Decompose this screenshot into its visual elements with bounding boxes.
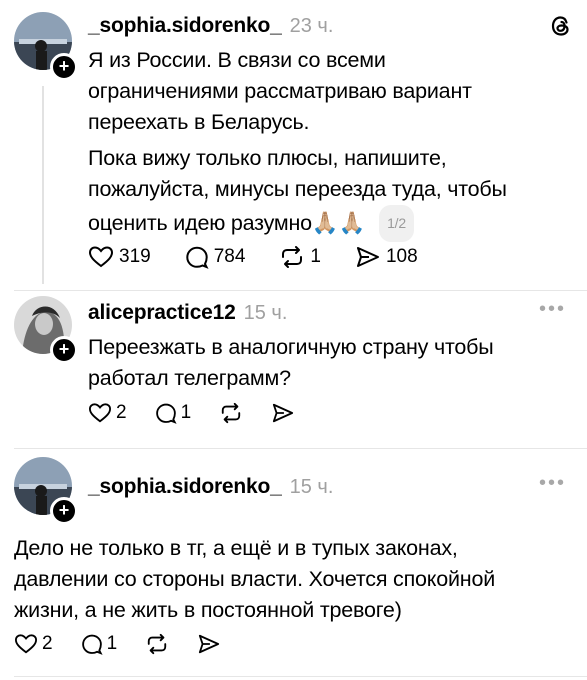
share-count: 108 — [385, 246, 418, 267]
share-button[interactable] — [271, 402, 295, 424]
comment-bubble-icon — [81, 633, 103, 655]
repost-count: 1 — [310, 246, 321, 267]
comment-bubble-icon — [185, 245, 209, 269]
divider — [14, 290, 587, 291]
comment-count: 1 — [180, 402, 192, 423]
like-count: 2 — [42, 633, 53, 654]
heart-icon — [88, 402, 112, 424]
heart-icon — [88, 245, 114, 269]
repost-button[interactable]: 1 — [279, 245, 321, 269]
like-button[interactable]: 2 — [88, 402, 127, 424]
thread-pager: 1/2 — [379, 205, 414, 242]
share-arrow-icon — [197, 633, 221, 655]
follow-plus-icon[interactable]: + — [50, 336, 78, 364]
post-text-line: пожалуйста, минусы переезда туда, чтобы — [88, 177, 507, 201]
comment-count: 784 — [213, 246, 246, 267]
like-button[interactable]: 319 — [88, 245, 151, 269]
post-text-line: Переезжать в аналогичную страну чтобы — [88, 335, 494, 359]
threads-logo-icon[interactable] — [549, 14, 573, 43]
divider — [14, 676, 587, 677]
comment-count: 1 — [106, 633, 118, 654]
username[interactable]: _sophia.sidorenko_ — [88, 14, 282, 38]
more-dots-icon[interactable]: ••• — [539, 298, 566, 321]
timestamp: 15 ч. — [289, 476, 334, 498]
post-text-line: Пока вижу только плюсы, напишите, — [88, 146, 447, 170]
divider — [14, 448, 587, 449]
like-count: 2 — [116, 402, 127, 423]
reply-body: Дело не только в тг, а ещё и в тупых зак… — [14, 533, 579, 626]
post-text-line: Я из России. В связи со всеми — [88, 48, 386, 72]
post-text-line: переехать в Беларусь. — [88, 110, 310, 134]
reply-actions: 2 1 — [14, 633, 221, 655]
post-text-line: Дело не только в тг, а ещё и в тупых зак… — [14, 536, 458, 560]
thread-connector-line — [42, 86, 44, 284]
follow-plus-icon[interactable]: + — [50, 53, 78, 81]
share-arrow-icon — [271, 402, 295, 424]
post-text-line: работал телеграмм? — [88, 366, 291, 390]
post-body: Я из России. В связи со всеми ограничени… — [88, 45, 568, 242]
repost-icon — [219, 402, 243, 424]
comment-button[interactable]: 1 — [155, 402, 192, 424]
post-text-line: жизни, а не жить в постоянной тревоге) — [14, 598, 402, 622]
comment-bubble-icon — [155, 402, 177, 424]
comment-button[interactable]: 1 — [81, 633, 118, 655]
timestamp: 15 ч. — [243, 302, 288, 324]
post-text-line: оценить идею разумно🙏🏼🙏🏼 — [88, 211, 366, 235]
username[interactable]: _sophia.sidorenko_ — [88, 475, 282, 499]
timestamp: 23 ч. — [289, 15, 334, 37]
repost-icon — [145, 633, 169, 655]
more-dots-icon[interactable]: ••• — [539, 472, 566, 495]
like-count: 319 — [119, 246, 151, 267]
reply-body: Переезжать в аналогичную страну чтобы ра… — [88, 332, 568, 394]
post-text-line: ограничениями рассматриваю вариант — [88, 79, 472, 103]
repost-button[interactable] — [219, 402, 243, 424]
share-arrow-icon — [355, 245, 381, 269]
share-button[interactable]: 108 — [355, 245, 418, 269]
repost-icon — [279, 245, 305, 269]
username[interactable]: alicepractice12 — [88, 301, 236, 325]
share-button[interactable] — [197, 633, 221, 655]
heart-icon — [14, 633, 38, 655]
post-text-line: давлении со стороны власти. Хочется спок… — [14, 567, 496, 591]
post-actions: 319 784 1 108 — [88, 245, 418, 269]
like-button[interactable]: 2 — [14, 633, 53, 655]
comment-button[interactable]: 784 — [185, 245, 246, 269]
repost-button[interactable] — [145, 633, 169, 655]
follow-plus-icon[interactable]: + — [50, 497, 78, 525]
reply-actions: 2 1 — [88, 402, 295, 424]
